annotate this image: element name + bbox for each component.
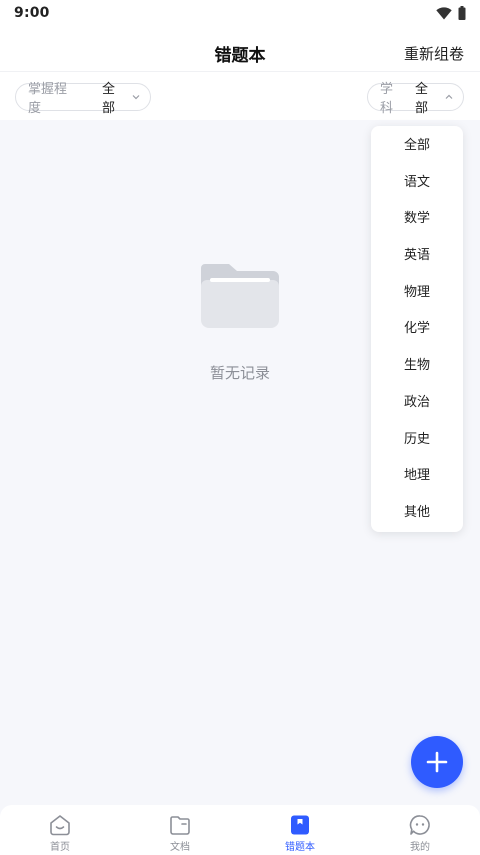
tab-profile[interactable]: 我的: [360, 805, 480, 855]
chevron-down-icon: [132, 94, 140, 100]
profile-icon: [409, 815, 430, 835]
subject-option[interactable]: 语文: [371, 165, 463, 202]
tab-wrong-questions[interactable]: 错题本: [240, 805, 360, 855]
subject-filter[interactable]: 学科 全部: [367, 82, 464, 116]
subject-option[interactable]: 物理: [371, 275, 463, 312]
subject-filter-label: 学科: [380, 82, 394, 116]
subject-dropdown: 全部 语文 数学 英语 物理 化学 生物 政治 历史 地理 其他: [371, 126, 463, 532]
regenerate-paper-button[interactable]: 重新组卷: [404, 26, 464, 72]
empty-folder-icon: [201, 264, 279, 328]
wrong-questions-screen: 9:00 错题本 重新组卷 掌握程度 全部 学科 全部 暂无记录 全部 语文 数…: [0, 0, 480, 855]
subject-option[interactable]: 数学: [371, 201, 463, 238]
tab-wrong-questions-label: 错题本: [285, 842, 315, 853]
tab-home[interactable]: 首页: [0, 805, 120, 855]
folder-icon: [170, 816, 190, 835]
status-icons: [436, 6, 466, 20]
status-time: 9:00: [14, 5, 50, 21]
bookmark-icon: [291, 815, 309, 835]
subject-option[interactable]: 地理: [371, 458, 463, 495]
tab-bar: 首页 文档 错题本 我的: [0, 805, 480, 855]
status-bar: 9:00: [0, 0, 480, 26]
subject-option[interactable]: 其他: [371, 495, 463, 532]
home-icon: [50, 815, 70, 836]
mastery-filter[interactable]: 掌握程度 全部: [15, 82, 151, 116]
tab-documents[interactable]: 文档: [120, 805, 240, 855]
tab-profile-label: 我的: [410, 842, 430, 853]
chevron-up-icon: [445, 94, 453, 100]
subject-option[interactable]: 英语: [371, 238, 463, 275]
battery-icon: [458, 6, 466, 20]
nav-bar: 错题本 重新组卷: [0, 26, 480, 72]
mastery-filter-label: 掌握程度: [28, 82, 68, 116]
subject-option[interactable]: 政治: [371, 385, 463, 422]
plus-icon: [426, 751, 448, 773]
wifi-icon: [436, 6, 452, 19]
tab-home-label: 首页: [50, 842, 70, 853]
filter-bar: 掌握程度 全部 学科 全部: [0, 72, 480, 120]
add-button[interactable]: [411, 736, 463, 788]
subject-option[interactable]: 全部: [371, 128, 463, 165]
tab-documents-label: 文档: [170, 842, 190, 853]
subject-filter-value: 全部: [415, 82, 429, 116]
mastery-filter-value: 全部: [102, 82, 116, 116]
subject-option[interactable]: 历史: [371, 422, 463, 459]
subject-option[interactable]: 化学: [371, 311, 463, 348]
subject-option[interactable]: 生物: [371, 348, 463, 385]
